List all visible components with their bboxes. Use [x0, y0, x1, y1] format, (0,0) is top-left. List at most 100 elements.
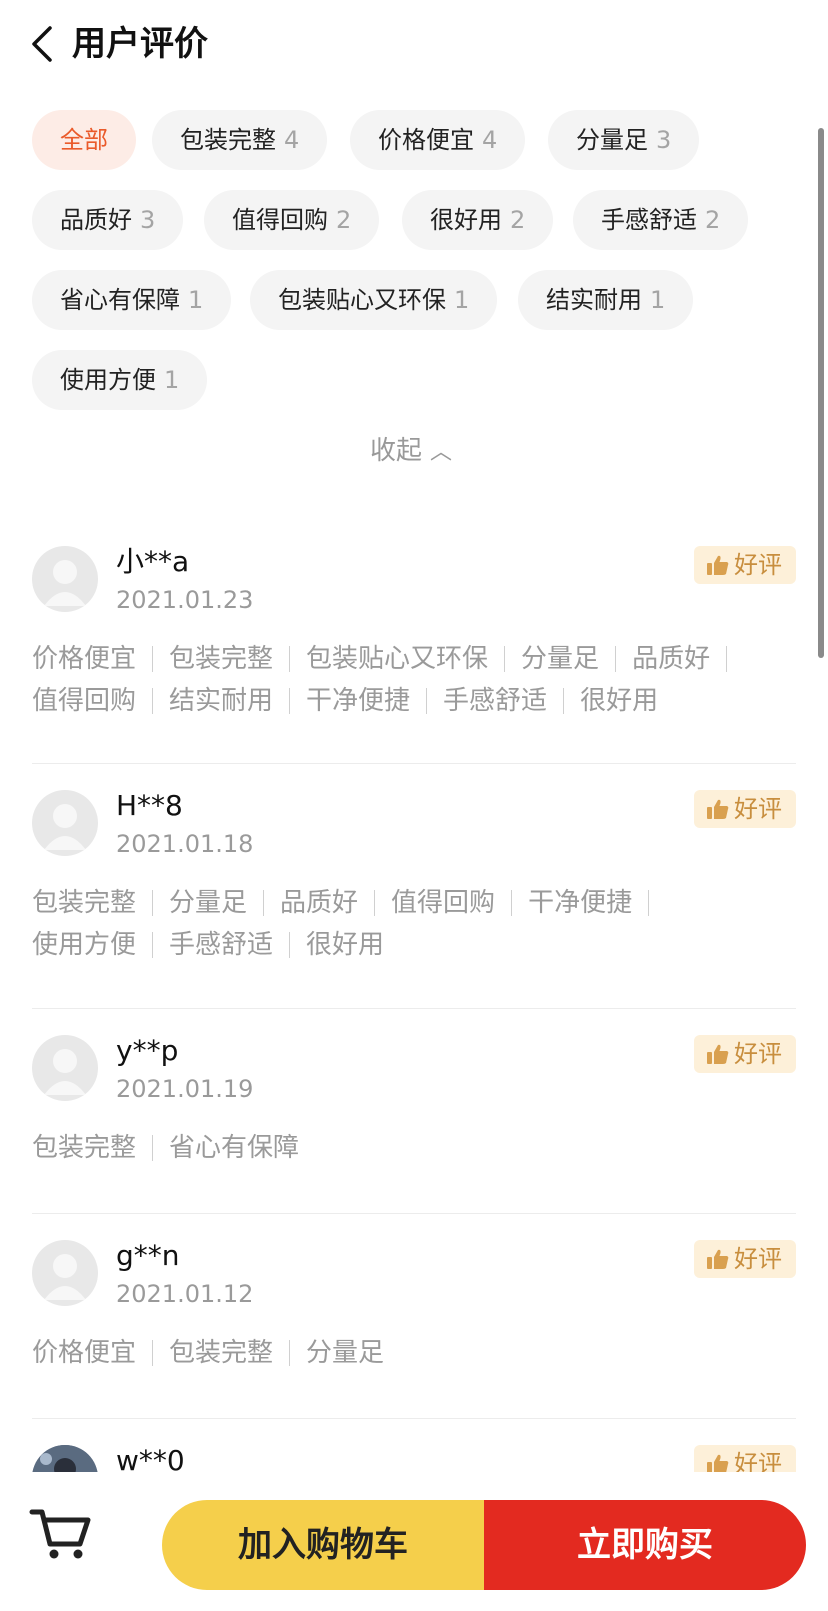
- filter-tag-count: 3: [140, 206, 156, 234]
- filter-tag[interactable]: 结实耐用 1: [518, 270, 694, 330]
- tag-separator: [152, 890, 154, 916]
- review-tag: 包装完整: [32, 1133, 137, 1163]
- good-review-badge: 好评: [694, 790, 796, 828]
- tag-separator: [152, 932, 154, 958]
- review-tag: 品质好: [632, 644, 711, 674]
- thumbs-up-icon: [707, 799, 729, 819]
- reviewer-name: g**n: [116, 1239, 180, 1272]
- filter-tag-count: 1: [164, 366, 180, 394]
- review-tag: 价格便宜: [32, 1338, 137, 1368]
- review-tag: 很好用: [580, 686, 659, 716]
- filter-tag-all[interactable]: 全部: [32, 110, 136, 170]
- review-tag: 分量足: [521, 644, 600, 674]
- default-avatar-icon: [44, 804, 86, 850]
- review-tag: 使用方便: [32, 930, 137, 960]
- review-tag: 干净便捷: [306, 686, 411, 716]
- filter-tag[interactable]: 使用方便 1: [32, 350, 208, 410]
- default-avatar-icon: [44, 1254, 86, 1300]
- divider: [32, 1213, 796, 1214]
- filter-tag-count: 2: [705, 206, 721, 234]
- tag-separator: [152, 688, 154, 714]
- tag-separator: [289, 646, 291, 672]
- filter-tag-label: 省心有保障: [60, 286, 180, 314]
- filter-tag-label: 包装贴心又环保: [278, 286, 446, 314]
- page-title: 用户评价: [72, 24, 208, 64]
- filter-tag[interactable]: 价格便宜 4: [350, 110, 526, 170]
- scrollbar[interactable]: [818, 128, 824, 658]
- filter-tag[interactable]: 包装贴心又环保 1: [250, 270, 498, 330]
- review-tag: 很好用: [306, 930, 385, 960]
- tag-separator: [615, 646, 617, 672]
- divider: [32, 1418, 796, 1419]
- thumbs-up-icon: [707, 1044, 729, 1064]
- review-tag: 包装贴心又环保: [306, 644, 489, 674]
- buy-now-button[interactable]: 立即购买: [484, 1500, 806, 1590]
- cart-icon[interactable]: [28, 1502, 94, 1562]
- review-tag: 品质好: [280, 888, 359, 918]
- review-tag: 结实耐用: [169, 686, 274, 716]
- back-icon[interactable]: [28, 24, 58, 64]
- filter-tag[interactable]: 品质好 3: [32, 190, 184, 250]
- tag-separator: [563, 688, 565, 714]
- good-review-badge: 好评: [694, 1035, 796, 1073]
- tag-separator: [152, 1135, 154, 1161]
- tag-separator: [726, 646, 728, 672]
- filter-tag[interactable]: 值得回购 2: [204, 190, 380, 250]
- collapse-toggle[interactable]: 收起 ︿: [370, 430, 452, 467]
- filter-tag-count: 2: [510, 206, 526, 234]
- review-tag: 分量足: [306, 1338, 385, 1368]
- reviewer-name: H**8: [116, 789, 183, 822]
- review-tags: 价格便宜 包装完整 分量足: [32, 1332, 796, 1374]
- review-date: 2021.01.19: [116, 1075, 254, 1103]
- thumbs-up-icon: [707, 1249, 729, 1269]
- tag-separator: [152, 646, 154, 672]
- filter-tag-count: 1: [188, 286, 204, 314]
- avatar: [32, 1240, 98, 1306]
- badge-label: 好评: [734, 551, 782, 579]
- tag-separator: [289, 1340, 291, 1366]
- filter-tag[interactable]: 分量足 3: [548, 110, 700, 170]
- filter-tag-label: 品质好: [60, 206, 132, 234]
- filter-tag-label: 使用方便: [60, 366, 156, 394]
- good-review-badge: 好评: [694, 546, 796, 584]
- thumbs-up-icon: [707, 555, 729, 575]
- review-tag: 手感舒适: [169, 930, 274, 960]
- review-tag: 包装完整: [169, 1338, 274, 1368]
- filter-tag-label: 手感舒适: [601, 206, 697, 234]
- tag-separator: [511, 890, 513, 916]
- tag-separator: [289, 932, 291, 958]
- divider: [32, 763, 796, 764]
- review-tag: 省心有保障: [169, 1133, 300, 1163]
- reviewer-name: 小**a: [116, 545, 190, 578]
- tag-separator: [504, 646, 506, 672]
- badge-label: 好评: [734, 795, 782, 823]
- tag-separator: [426, 688, 428, 714]
- header: 用户评价: [0, 0, 828, 88]
- chevron-up-icon: ︿: [430, 440, 453, 465]
- filter-tag-label: 价格便宜: [378, 126, 474, 154]
- collapse-label: 收起: [370, 436, 423, 466]
- review-tag: 分量足: [169, 888, 248, 918]
- good-review-badge: 好评: [694, 1240, 796, 1278]
- tag-separator: [374, 890, 376, 916]
- filter-tag[interactable]: 省心有保障 1: [32, 270, 232, 330]
- review-tag: 值得回购: [391, 888, 496, 918]
- filter-tag[interactable]: 很好用 2: [402, 190, 554, 250]
- review-tag: 包装完整: [169, 644, 274, 674]
- filter-tag-label: 分量足: [576, 126, 648, 154]
- add-to-cart-button[interactable]: 加入购物车: [162, 1500, 484, 1590]
- avatar: [32, 546, 98, 612]
- filter-tag[interactable]: 手感舒适 2: [573, 190, 749, 250]
- tag-separator: [648, 890, 650, 916]
- reviewer-name: y**p: [116, 1034, 179, 1067]
- filter-tag-label: 结实耐用: [546, 286, 642, 314]
- filter-tag-count: 1: [454, 286, 470, 314]
- filter-tag-count: 2: [336, 206, 352, 234]
- filter-tag[interactable]: 包装完整 4: [152, 110, 328, 170]
- filter-tag-count: 4: [482, 126, 498, 154]
- review-date: 2021.01.18: [116, 830, 254, 858]
- filter-tag-count: 1: [650, 286, 666, 314]
- badge-label: 好评: [734, 1040, 782, 1068]
- default-avatar-icon: [44, 560, 86, 606]
- review-tag: 手感舒适: [443, 686, 548, 716]
